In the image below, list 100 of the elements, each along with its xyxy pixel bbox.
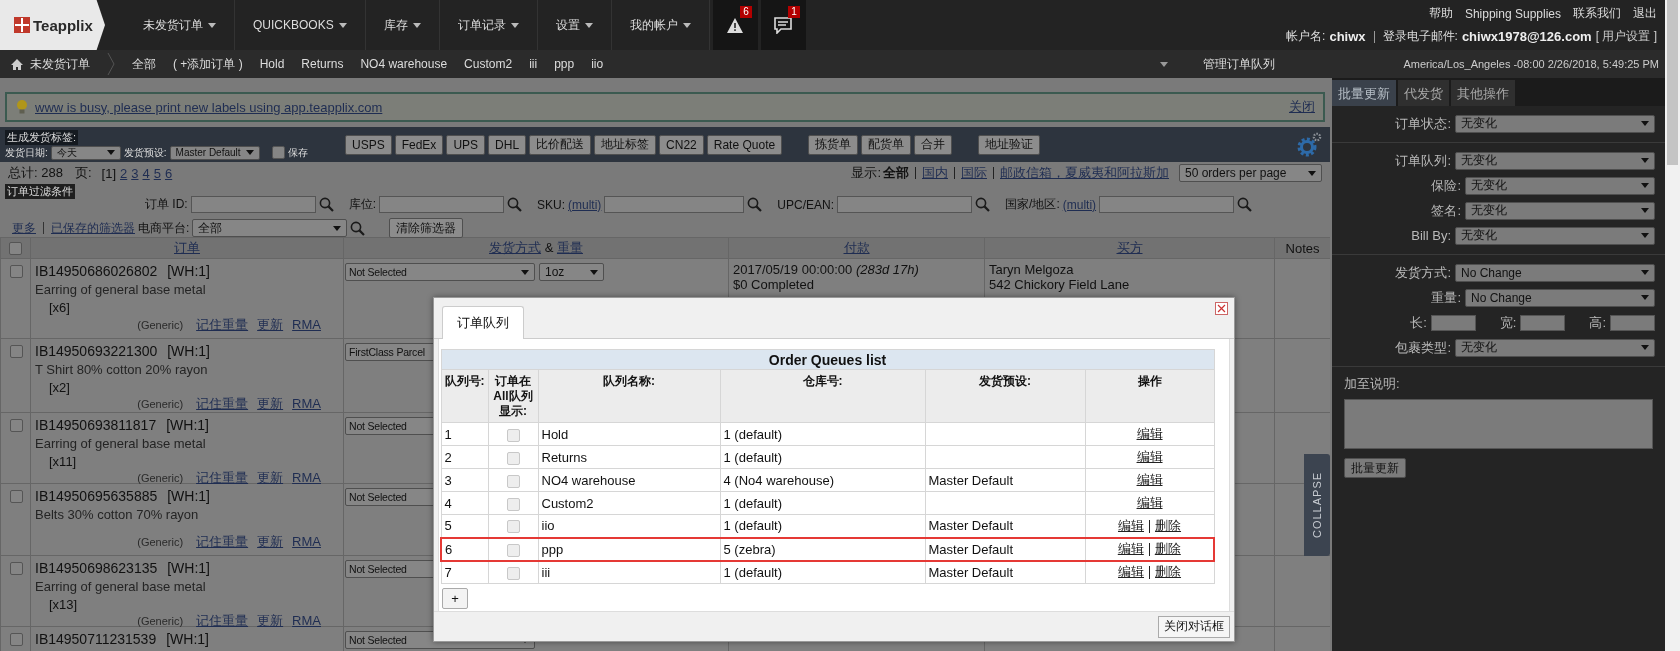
search-icon[interactable] — [350, 220, 366, 236]
dialog-tab[interactable]: 订单队列 — [442, 306, 524, 339]
settings-icon[interactable] — [1296, 131, 1322, 158]
row-action-link[interactable]: 编辑 — [1118, 517, 1145, 533]
header-link[interactable]: 帮助 — [1428, 5, 1453, 22]
row-action-link[interactable]: 删除 — [1155, 564, 1182, 580]
add-button[interactable]: + — [442, 588, 468, 609]
collapse-tab[interactable]: COLLAPSE — [1304, 454, 1330, 556]
page-link[interactable]: [1] — [101, 165, 116, 181]
page-link[interactable]: 5 — [153, 165, 161, 181]
row-action-link[interactable]: 编辑 — [1136, 495, 1163, 510]
alert-button[interactable]: 6 — [712, 0, 758, 50]
note-textarea[interactable] — [1344, 399, 1653, 449]
queue-tab[interactable]: iio — [591, 57, 604, 71]
queue-tab[interactable]: iii — [529, 57, 538, 71]
home-icon[interactable] — [10, 57, 24, 71]
view-filter[interactable]: 邮政信箱，夏威夷和阿拉斯加 — [1000, 164, 1169, 182]
checkbox[interactable] — [10, 490, 23, 503]
checkbox[interactable] — [10, 633, 23, 646]
queue-tab[interactable]: ppp — [554, 57, 575, 71]
toolbar-button[interactable]: 配货单 — [861, 134, 912, 155]
order-action-link[interactable]: 记住重量 — [196, 469, 249, 487]
order-action-link[interactable]: RMA — [292, 534, 321, 549]
page-link[interactable]: 4 — [142, 165, 150, 181]
panel-tab[interactable]: 其他操作 — [1451, 80, 1515, 106]
filter-input[interactable] — [379, 196, 504, 213]
close-icon[interactable] — [1215, 302, 1228, 315]
toolbar-button[interactable]: CN22 — [659, 134, 704, 155]
bulk-select[interactable]: 无变化 — [1455, 338, 1655, 357]
order-action-link[interactable]: 更新 — [257, 395, 284, 413]
checkbox[interactable] — [271, 146, 285, 159]
panel-tab[interactable]: 代发货 — [1398, 80, 1449, 106]
toolbar-button[interactable]: 地址验证 — [978, 134, 1041, 155]
manage-queues-link[interactable]: 管理订单队列 — [1203, 55, 1275, 73]
dimension-input[interactable] — [1430, 314, 1476, 331]
row-action-link[interactable]: 编辑 — [1118, 564, 1145, 580]
checkbox[interactable] — [10, 265, 23, 278]
bulk-select[interactable]: 无变化 — [1455, 151, 1655, 170]
date-select[interactable]: 今天 — [50, 145, 121, 160]
row-action-link[interactable]: 删除 — [1154, 541, 1181, 556]
order-action-link[interactable]: RMA — [292, 613, 321, 628]
row-action-link[interactable]: 编辑 — [1117, 541, 1144, 556]
toolbar-button[interactable]: 地址标签 — [594, 134, 657, 155]
order-action-link[interactable]: RMA — [292, 470, 321, 485]
close-dialog-button[interactable]: 关闭对话框 — [1158, 615, 1230, 638]
filter-input[interactable] — [604, 196, 745, 213]
view-filter[interactable]: 国际 — [961, 164, 987, 182]
bulk-update-button[interactable]: 批量更新 — [1344, 458, 1406, 478]
bulk-select[interactable]: No Change — [1465, 288, 1655, 307]
clear-filter-button[interactable]: 清除筛选器 — [389, 218, 464, 238]
page-link[interactable]: 3 — [131, 165, 139, 181]
column-header[interactable]: 重量 — [556, 240, 583, 255]
search-icon[interactable] — [507, 197, 522, 212]
search-icon[interactable] — [747, 197, 763, 212]
bulk-select[interactable]: 无变化 — [1465, 176, 1655, 195]
search-icon[interactable] — [975, 197, 991, 212]
weight-select[interactable]: 1oz — [539, 263, 604, 281]
preset-select[interactable]: Master Default — [169, 145, 260, 160]
checkbox[interactable] — [10, 345, 23, 358]
order-action-link[interactable]: RMA — [292, 317, 321, 332]
multi-link[interactable]: (multi) — [568, 197, 602, 212]
multi-link[interactable]: (multi) — [1062, 197, 1097, 212]
view-filter[interactable]: 国内 — [922, 164, 948, 182]
order-action-link[interactable]: 更新 — [257, 533, 284, 551]
order-action-link[interactable]: 记住重量 — [196, 533, 249, 551]
platform-select[interactable]: 全部 — [192, 219, 348, 237]
checkbox[interactable] — [10, 562, 23, 575]
filter-input[interactable] — [190, 196, 316, 213]
toolbar-button[interactable]: 拣货单 — [808, 134, 859, 155]
toolbar-button[interactable]: 合并 — [914, 134, 953, 155]
toolbar-button[interactable]: 比价配送 — [529, 134, 592, 155]
order-action-link[interactable]: 记住重量 — [196, 316, 249, 334]
header-link[interactable]: Shipping Supplies — [1464, 6, 1561, 21]
page-link[interactable]: 2 — [120, 165, 128, 181]
order-action-link[interactable]: RMA — [292, 396, 321, 411]
alert-button[interactable]: 1 — [760, 0, 806, 50]
header-link[interactable]: 联系我们 — [1573, 5, 1621, 22]
toolbar-button[interactable]: FedEx — [394, 134, 444, 155]
shipping-select[interactable]: Not Selected — [345, 263, 535, 281]
search-icon[interactable] — [318, 197, 334, 212]
bulk-select[interactable]: No Change — [1455, 263, 1655, 282]
dimension-input[interactable] — [1520, 314, 1566, 331]
row-action-link[interactable]: 编辑 — [1136, 472, 1163, 487]
row-action-link[interactable]: 编辑 — [1136, 426, 1163, 441]
column-header[interactable]: 付款 — [843, 240, 870, 255]
toolbar-button[interactable]: UPS — [446, 134, 486, 155]
saved-filters-link[interactable]: 已保存的筛选器 — [51, 219, 135, 237]
order-action-link[interactable]: 更新 — [257, 612, 284, 630]
column-header[interactable]: 订单 — [174, 240, 200, 255]
order-action-link[interactable]: 记住重量 — [196, 395, 249, 413]
bulk-select[interactable]: 无变化 — [1465, 201, 1655, 220]
checkbox[interactable] — [10, 419, 23, 432]
search-icon[interactable] — [1237, 197, 1253, 212]
page-link[interactable]: 6 — [164, 165, 173, 181]
column-header[interactable]: 发货方式 — [489, 240, 542, 255]
filter-input[interactable] — [1099, 196, 1235, 213]
dimension-input[interactable] — [1610, 314, 1655, 331]
queue-tab[interactable]: Returns — [301, 57, 344, 71]
bulk-select[interactable]: 无变化 — [1455, 226, 1655, 245]
notice-link[interactable]: www is busy, please print new labels using app.teapplix.com — [35, 99, 383, 115]
